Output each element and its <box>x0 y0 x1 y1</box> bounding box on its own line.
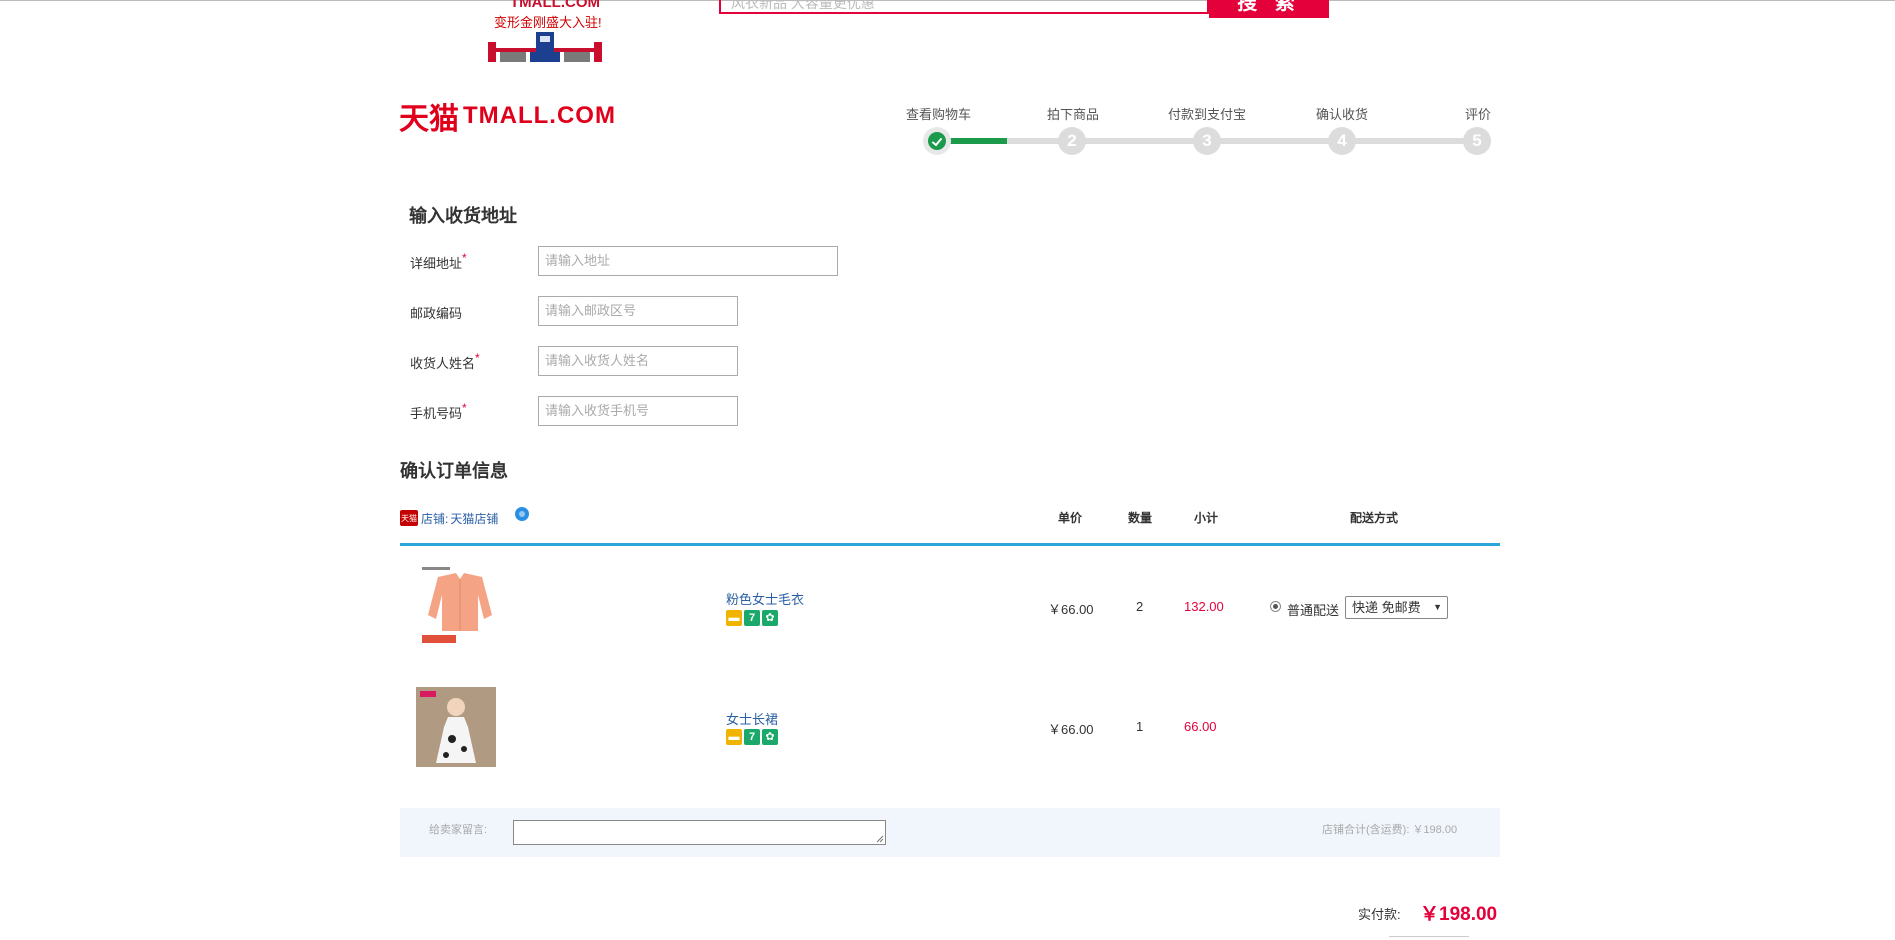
required-mark: * <box>462 251 467 265</box>
col-qty: 数量 <box>1128 511 1153 525</box>
phone-label: 手机号码* <box>410 401 467 422</box>
step-2-circle: 2 <box>1058 127 1086 155</box>
address-title: 输入收货地址 <box>409 206 517 226</box>
guarantee-icon: ✿ <box>762 729 778 745</box>
search-button[interactable]: 搜 索 <box>1209 0 1329 18</box>
subtotal: 66.00 <box>1184 719 1217 734</box>
tmall-logo[interactable]: 天猫 TMALL.COM <box>399 98 616 137</box>
address-label-text: 详细地址 <box>410 256 463 271</box>
quantity: 1 <box>1136 719 1144 734</box>
unit-price: ￥66.00 <box>1048 602 1094 617</box>
logo-en: TMALL.COM <box>463 102 616 129</box>
col-price: 单价 <box>1058 511 1083 525</box>
table-rule <box>400 543 1500 546</box>
postcode-label-text: 邮政编码 <box>410 306 463 321</box>
step-4-circle: 4 <box>1328 127 1356 155</box>
shipping-option-label[interactable]: 普通配送 <box>1287 600 1339 619</box>
receiver-name-label: 收货人姓名* <box>410 351 480 372</box>
product-image-pink-sweater[interactable] <box>416 565 500 645</box>
pay-amount: ￥198.00 <box>1420 904 1498 925</box>
credit-card-icon: ▬ <box>726 729 742 745</box>
chevron-down-icon: ▼ <box>1433 602 1442 612</box>
address-input[interactable]: 请输入地址 <box>538 246 838 276</box>
receiver-name-input[interactable]: 请输入收货人姓名 <box>538 346 738 376</box>
service-badges: ▬ 7 ✿ <box>726 729 778 745</box>
shop-prefix: 店铺: <box>421 511 449 526</box>
guarantee-icon: ✿ <box>762 610 778 626</box>
step-5-label: 评价 <box>1465 107 1492 122</box>
required-mark: * <box>475 351 480 365</box>
resize-handle-icon[interactable] <box>876 835 884 843</box>
order-title: 确认订单信息 <box>400 461 508 481</box>
shop-name-link[interactable]: 天猫店铺 <box>450 510 498 527</box>
address-label: 详细地址* <box>410 251 467 272</box>
required-mark: * <box>462 401 467 415</box>
step-1-circle <box>923 127 951 155</box>
step-5-circle: 5 <box>1463 127 1491 155</box>
credit-card-icon: ▬ <box>726 610 742 626</box>
step-1-label: 查看购物车 <box>906 107 972 122</box>
seven-day-return-icon: 7 <box>744 729 760 745</box>
promo-site: TMALL.COM <box>510 0 600 11</box>
product-name-link[interactable]: 粉色女士毛衣 <box>726 589 804 608</box>
product-image-dress[interactable] <box>416 687 496 767</box>
dress-image <box>416 687 496 767</box>
step-1-check-bg <box>928 132 946 150</box>
step-4-label: 确认收货 <box>1316 107 1369 122</box>
service-badges: ▬ 7 ✿ <box>726 610 778 626</box>
product-name-link[interactable]: 女士长裙 <box>726 709 778 728</box>
promo-banner[interactable]: TMALL.COM 变形金刚盛大入驻! <box>486 0 604 62</box>
pay-label: 实付款: <box>1358 907 1401 922</box>
step-3-label: 付款到支付宝 <box>1168 107 1247 122</box>
shipping-radio[interactable] <box>1270 601 1281 612</box>
postcode-label: 邮政编码 <box>410 303 462 322</box>
check-icon <box>932 138 942 147</box>
wangwang-chat-icon[interactable] <box>515 507 529 521</box>
unit-price: ￥66.00 <box>1048 722 1094 737</box>
subtotal: 132.00 <box>1184 599 1224 614</box>
search-input[interactable]: 风衣新品 大容量更优惠 <box>719 0 1209 14</box>
transformer-illustration <box>488 32 602 62</box>
shipping-select[interactable]: 快递 免邮费 ▼ <box>1345 596 1448 619</box>
seven-day-return-icon: 7 <box>744 610 760 626</box>
message-textarea[interactable] <box>513 820 886 845</box>
tmall-badge-icon: 天猫 <box>400 510 418 526</box>
submit-button-edge[interactable] <box>1389 936 1469 940</box>
receiver-name-label-text: 收货人姓名 <box>410 356 476 371</box>
step-3-circle: 3 <box>1193 127 1221 155</box>
phone-label-text: 手机号码 <box>410 406 463 421</box>
col-shipping: 配送方式 <box>1350 511 1399 525</box>
shop-total: 店铺合计(含运费): ￥198.00 <box>1322 824 1458 836</box>
chat-bubble-icon <box>519 511 525 517</box>
quantity: 2 <box>1136 599 1144 614</box>
radio-dot <box>1273 604 1278 609</box>
message-label: 给卖家留言: <box>429 824 488 836</box>
sweater-image <box>422 567 492 643</box>
step-2-label: 拍下商品 <box>1047 107 1100 122</box>
col-subtotal: 小计 <box>1194 511 1219 525</box>
postcode-input[interactable]: 请输入邮政区号 <box>538 296 738 326</box>
shipping-select-value: 快递 免邮费 <box>1352 600 1421 615</box>
shop-bar: 天猫 店铺: 天猫店铺 <box>400 506 498 530</box>
logo-cn: 天猫 <box>399 102 459 137</box>
phone-input[interactable]: 请输入收货手机号 <box>538 396 738 426</box>
